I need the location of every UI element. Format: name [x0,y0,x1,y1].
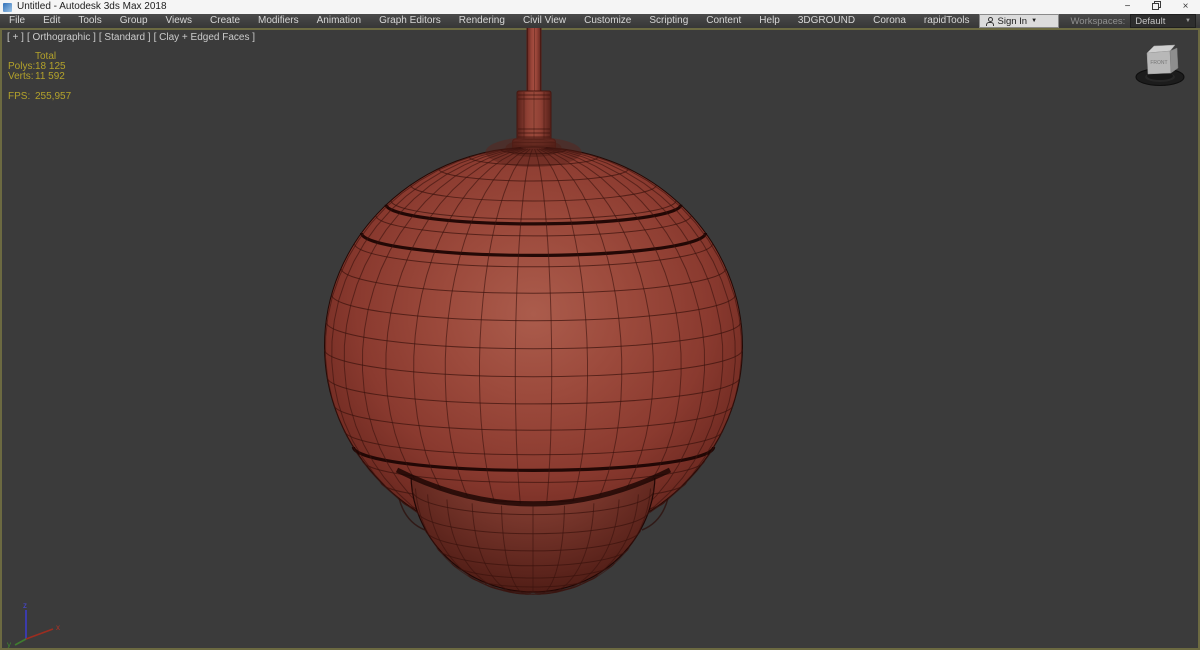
menu-corona[interactable]: Corona [864,14,915,28]
fps-value: 255,957 [35,91,72,102]
fps-label: FPS: [8,91,31,102]
viewport-shading-menu[interactable]: [ Clay + Edged Faces ] [154,32,255,43]
user-icon [985,16,994,26]
sign-in-label: Sign In [997,15,1028,27]
menu-rapidtools[interactable]: rapidTools [915,14,979,28]
verts-value: 11 592 [35,71,65,82]
menu-content[interactable]: Content [697,14,750,28]
viewport-label: [ + ] [ Orthographic ] [ Standard ] [ Cl… [7,32,255,43]
menu-create[interactable]: Create [201,14,249,28]
axis-y-label: y [7,640,11,648]
menu-edit[interactable]: Edit [34,14,69,28]
verts-label: Verts: [8,71,34,82]
pendant-lamp-model[interactable] [0,28,1200,650]
axis-z-label: z [23,601,27,610]
workspaces-label: Workspaces: [1070,15,1126,27]
minimize-button[interactable]: − [1113,0,1142,14]
restore-icon [1152,1,1161,10]
axis-x-label: x [56,623,60,632]
menu-civil-view[interactable]: Civil View [514,14,575,28]
viewport-render-preset-menu[interactable]: [ Standard ] [99,32,151,43]
window-title: Untitled - Autodesk 3ds Max 2018 [17,1,167,12]
menu-rendering[interactable]: Rendering [450,14,514,28]
viewport[interactable]: [ + ] [ Orthographic ] [ Standard ] [ Cl… [0,28,1200,650]
menu-animation[interactable]: Animation [308,14,370,28]
title-bar: Untitled - Autodesk 3ds Max 2018 − × [0,0,1200,14]
app-icon [3,2,12,12]
restore-button[interactable] [1142,0,1171,14]
window-controls: − × [1113,0,1200,14]
close-button[interactable]: × [1171,0,1200,14]
menu-customize[interactable]: Customize [575,14,640,28]
viewcube[interactable]: FRONT [1132,36,1188,92]
workspaces-dropdown[interactable]: Default ▼ [1130,14,1196,28]
menu-views[interactable]: Views [157,14,202,28]
viewport-statistics: Total Polys:18 125 Verts:11 592 FPS: 255,… [8,52,71,102]
menu-3dground[interactable]: 3DGROUND [789,14,864,28]
menu-tools[interactable]: Tools [69,14,110,28]
viewcube-side-face[interactable] [1169,47,1179,74]
viewport-pov-menu[interactable]: [ Orthographic ] [27,32,96,43]
world-axis-gizmo: z x y [7,601,60,648]
sign-in-button[interactable]: Sign In ▼ [978,14,1059,28]
menu-help[interactable]: Help [750,14,789,28]
chevron-down-icon: ▼ [1031,18,1038,24]
lamp-cord [526,28,542,94]
viewcube-face-label: FRONT [1150,60,1167,66]
workspaces-value: Default [1135,15,1166,27]
menu-file[interactable]: File [0,14,34,28]
menu-modifiers[interactable]: Modifiers [249,14,308,28]
viewport-general-menu[interactable]: [ + ] [7,32,24,43]
menu-group[interactable]: Group [111,14,157,28]
menu-bar: File Edit Tools Group Views Create Modif… [0,14,1200,28]
chevron-down-icon: ▼ [1185,18,1191,24]
menu-graph-editors[interactable]: Graph Editors [370,14,450,28]
menu-scripting[interactable]: Scripting [640,14,697,28]
